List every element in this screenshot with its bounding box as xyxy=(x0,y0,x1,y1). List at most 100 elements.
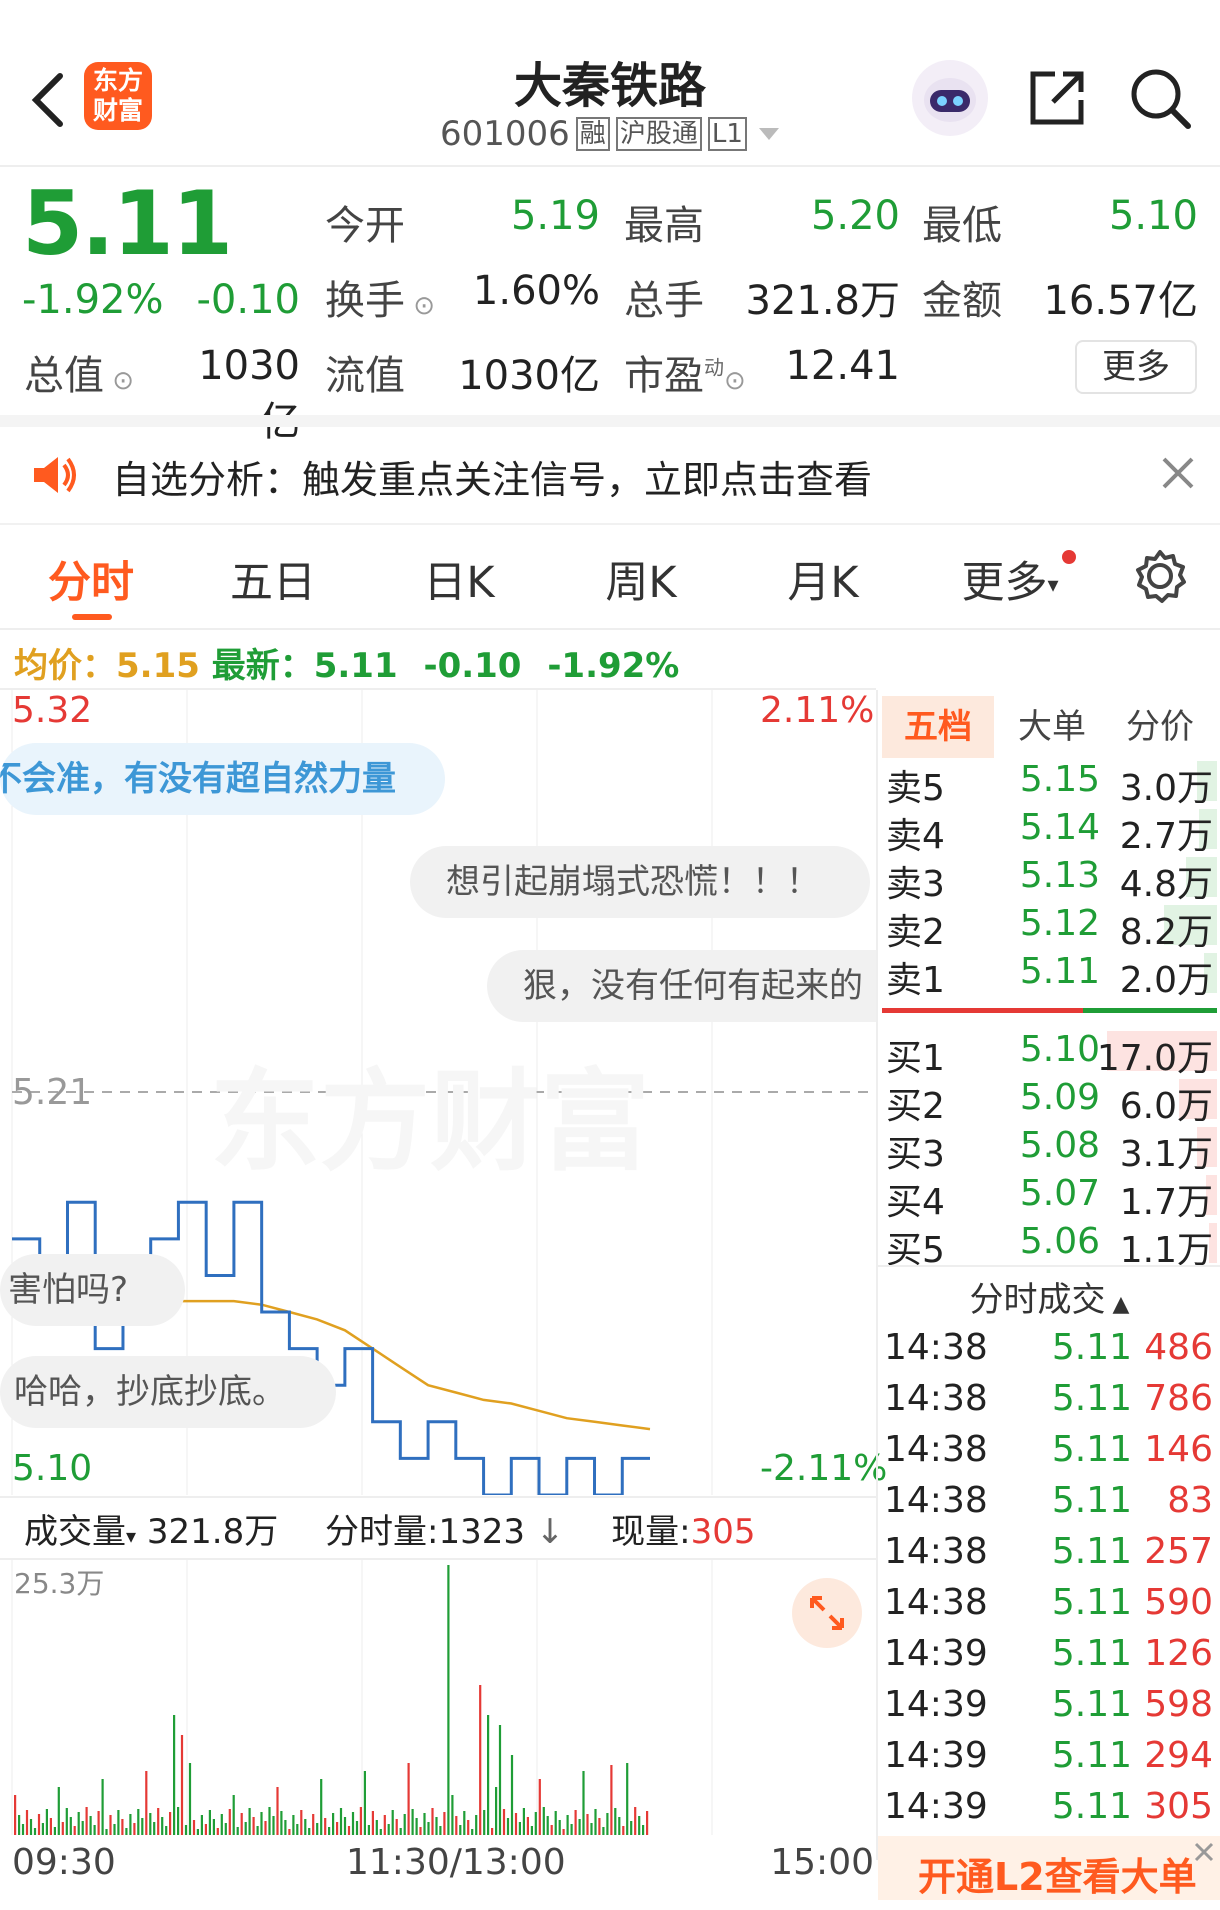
orderbook-price: 5.07 xyxy=(1019,1173,1100,1214)
robot-assistant-icon[interactable] xyxy=(912,60,988,136)
trade-time: 14:39 xyxy=(884,1684,988,1725)
orderbook-row[interactable]: 卖4 5.14 2.7万 xyxy=(882,805,1217,857)
trade-time: 14:38 xyxy=(884,1327,988,1368)
barrage-comment[interactable]: 不会准，有没有超自然力量 xyxy=(0,743,445,815)
triangle-up-icon: ▲ xyxy=(1105,1292,1130,1317)
volume-bar xyxy=(459,1825,462,1835)
volume-bar xyxy=(343,1817,347,1835)
orderbook-row[interactable]: 卖5 5.15 3.0万 xyxy=(882,757,1217,809)
orderbook-row[interactable]: 买2 5.09 6.0万 xyxy=(882,1075,1217,1127)
volume-bar xyxy=(363,1771,366,1835)
volume-bar xyxy=(204,1824,207,1835)
volume-header: 成交量▾ 321.8万 分时量:1323 ↓ 现量:305 xyxy=(24,1512,756,1552)
stat-pe-label[interactable]: 市盈动⊙ xyxy=(624,343,746,401)
volume-bar xyxy=(479,1685,482,1835)
volume-bar xyxy=(630,1821,633,1835)
volume-bar xyxy=(69,1817,72,1835)
volume-bar xyxy=(232,1795,235,1835)
orderbook-tab-five[interactable]: 五档 xyxy=(882,696,994,758)
trades-title[interactable]: 分时成交 ▲ xyxy=(882,1272,1217,1321)
orderbook-row[interactable]: 买5 5.06 1.1万 xyxy=(882,1219,1217,1271)
back-button[interactable] xyxy=(28,70,68,130)
tab-weekly-k[interactable]: 周K xyxy=(566,548,716,610)
orderbook-price: 5.14 xyxy=(1019,807,1100,848)
trade-time: 14:38 xyxy=(884,1582,988,1623)
tab-monthly-k[interactable]: 月K xyxy=(748,548,898,610)
volume-bar xyxy=(590,1823,593,1835)
volume-bar xyxy=(391,1810,394,1835)
orderbook-row[interactable]: 买3 5.08 3.1万 xyxy=(882,1123,1217,1175)
tab-intraday[interactable]: 分时 xyxy=(16,548,166,610)
orderbook-tab-price[interactable]: 分价 xyxy=(1108,696,1212,758)
l2-upgrade-banner[interactable]: 开通L2查看大单 xyxy=(878,1836,1220,1900)
volume-bar xyxy=(18,1815,21,1835)
more-button[interactable]: 更多 xyxy=(1075,340,1197,394)
volume-bar xyxy=(268,1807,271,1835)
stat-turnover-label[interactable]: 换手 ⊙ xyxy=(325,268,435,326)
volume-bar xyxy=(113,1824,116,1835)
volume-bar xyxy=(399,1828,402,1835)
change-amount: -0.10 xyxy=(196,277,301,323)
orderbook-row[interactable]: 卖3 5.13 4.8万 xyxy=(882,853,1217,905)
volume-bar xyxy=(53,1827,56,1835)
expand-button[interactable] xyxy=(792,1578,862,1648)
info-icon: ⊙ xyxy=(104,366,135,396)
volume-chart[interactable] xyxy=(0,1560,876,1835)
volume-bar xyxy=(73,1826,76,1835)
orderbook-volume: 3.0万 xyxy=(1119,768,1213,809)
stat-volume-label: 总手 xyxy=(624,278,704,324)
stock-code-row[interactable]: 601006 融 沪股通 L1 xyxy=(440,112,800,156)
search-icon[interactable] xyxy=(1128,66,1192,130)
volume-bar xyxy=(351,1812,355,1835)
barrage-comment[interactable]: 哈哈，抄底抄底。 xyxy=(0,1356,336,1428)
barrage-comment[interactable]: 狠，没有任何有起来的 xyxy=(487,950,876,1022)
volume-bar xyxy=(451,1795,454,1835)
stat-volume-value: 321.8万 xyxy=(745,278,900,324)
axis-top-price: 5.32 xyxy=(12,690,93,731)
orderbook-row[interactable]: 买4 5.07 1.7万 xyxy=(882,1171,1217,1223)
volume-bar xyxy=(538,1779,541,1835)
volume-bar xyxy=(534,1812,537,1835)
volume-bar xyxy=(403,1814,406,1835)
share-icon[interactable] xyxy=(1025,66,1089,130)
notice-bar[interactable]: 自选分析：触发重点关注信号，立即点击查看 xyxy=(0,427,1220,523)
trade-price: 5.11 xyxy=(1051,1735,1132,1776)
volume-bar xyxy=(332,1813,335,1835)
volume-bar xyxy=(610,1765,613,1835)
trade-price: 5.11 xyxy=(1051,1429,1132,1470)
volume-bar xyxy=(626,1763,629,1835)
orderbook-row[interactable]: 买1 5.10 17.0万 xyxy=(882,1027,1217,1079)
orderbook-row[interactable]: 卖1 5.11 2.0万 xyxy=(882,949,1217,1001)
barrage-comment[interactable]: 害怕吗? xyxy=(0,1254,185,1326)
volume-bar xyxy=(427,1822,430,1835)
tab-five-day[interactable]: 五日 xyxy=(198,548,348,610)
volume-bar xyxy=(554,1811,557,1835)
orderbook-price: 5.06 xyxy=(1019,1221,1100,1262)
close-icon[interactable] xyxy=(1192,1840,1216,1864)
volume-bar xyxy=(212,1819,215,1835)
volume-bar xyxy=(614,1808,617,1835)
volume-bar xyxy=(41,1823,44,1835)
volume-indicator-select[interactable]: 成交量▾ xyxy=(24,1512,136,1552)
trade-time: 14:38 xyxy=(884,1531,988,1572)
orderbook-price: 5.15 xyxy=(1019,759,1100,800)
notice-text: 自选分析：触发重点关注信号，立即点击查看 xyxy=(112,458,873,502)
trade-row: 14:39 5.11 126 xyxy=(882,1631,1217,1681)
orderbook-level-label: 卖3 xyxy=(886,864,945,905)
gear-icon[interactable] xyxy=(1132,548,1188,604)
trade-row: 14:39 5.11 294 xyxy=(882,1733,1217,1783)
barrage-comment[interactable]: 想引起崩塌式恐慌！！！ xyxy=(410,846,870,918)
trade-price: 5.11 xyxy=(1051,1480,1132,1521)
orderbook-tab-large[interactable]: 大单 xyxy=(1000,696,1104,758)
stat-mktcap-label[interactable]: 总值 ⊙ xyxy=(24,343,134,401)
volume-bar xyxy=(487,1715,490,1835)
volume-bar xyxy=(514,1813,518,1835)
volume-bar xyxy=(431,1808,434,1835)
orderbook-volume: 3.1万 xyxy=(1119,1134,1213,1175)
volume-bar xyxy=(224,1823,227,1835)
tab-daily-k[interactable]: 日K xyxy=(384,548,534,610)
orderbook-volume: 2.7万 xyxy=(1119,816,1213,857)
trade-volume: 486 xyxy=(1144,1327,1213,1368)
orderbook-row[interactable]: 卖2 5.12 8.2万 xyxy=(882,901,1217,953)
close-icon[interactable] xyxy=(1160,455,1196,491)
